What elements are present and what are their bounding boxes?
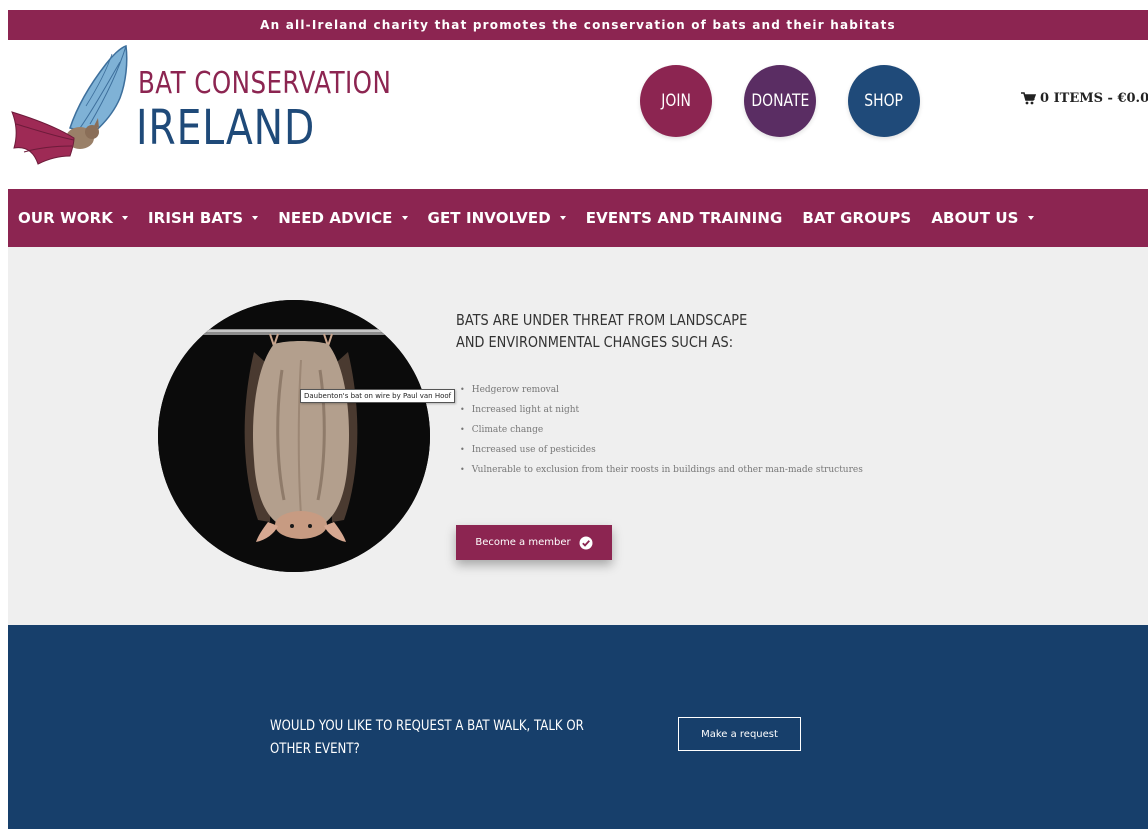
threats-section: Daubenton's bat on wire by Paul van Hoof… [8, 247, 1148, 625]
nav-item-need-advice[interactable]: NEED ADVICE [278, 209, 408, 227]
list-item: Increased light at night [460, 400, 863, 420]
bat-photo-image [158, 300, 430, 572]
logo-title-top: BAT CONSERVATION [138, 66, 392, 101]
threats-heading: BATS ARE UNDER THREAT FROM LANDSCAPE AND… [456, 311, 748, 351]
check-circle-icon [579, 536, 593, 549]
image-tooltip: Daubenton's bat on wire by Paul van Hoof [300, 389, 456, 403]
become-member-button[interactable]: Become a member [456, 525, 612, 560]
caret-down-icon [252, 216, 259, 220]
nav-item-about-us[interactable]: ABOUT US [931, 209, 1034, 227]
cart-link[interactable]: 0 ITEMS - €0.00 [1021, 91, 1148, 106]
site-header: BAT CONSERVATION IRELAND JOIN DONATE SHO… [8, 40, 1148, 189]
logo-title-bottom: IRELAND [136, 100, 316, 156]
threats-list: Hedgerow removal Increased light at nigh… [460, 380, 863, 480]
top-banner-text: An all-Ireland charity that promotes the… [260, 18, 896, 32]
request-event-section: WOULD YOU LIKE TO REQUEST A BAT WALK, TA… [8, 625, 1148, 829]
list-item: Increased use of pesticides [460, 440, 863, 460]
caret-down-icon [401, 216, 408, 220]
nav-item-bat-groups[interactable]: BAT GROUPS [802, 209, 911, 227]
request-event-text: WOULD YOU LIKE TO REQUEST A BAT WALK, TA… [270, 718, 584, 757]
caret-down-icon [1027, 216, 1034, 220]
cart-icon [1021, 92, 1036, 105]
list-item: Climate change [460, 420, 863, 440]
list-item: Hedgerow removal [460, 380, 863, 400]
list-item: Vulnerable to exclusion from their roost… [460, 460, 863, 480]
nav-item-get-involved[interactable]: GET INVOLVED [428, 209, 566, 227]
donate-button[interactable]: DONATE [744, 65, 816, 137]
nav-item-our-work[interactable]: OUR WORK [18, 209, 128, 227]
nav-item-irish-bats[interactable]: IRISH BATS [148, 209, 259, 227]
site-logo[interactable]: BAT CONSERVATION IRELAND [8, 42, 408, 174]
main-nav: OUR WORK IRISH BATS NEED ADVICE GET INVO… [8, 189, 1148, 247]
cart-summary: 0 ITEMS - €0.00 [1040, 91, 1148, 106]
bat-photo [158, 300, 430, 572]
bat-logo-icon [11, 44, 128, 165]
top-banner: An all-Ireland charity that promotes the… [8, 10, 1148, 40]
caret-down-icon [559, 216, 566, 220]
nav-item-events-and-training[interactable]: EVENTS AND TRAINING [586, 209, 783, 227]
page: An all-Ireland charity that promotes the… [0, 0, 1148, 829]
join-button[interactable]: JOIN [640, 65, 712, 137]
caret-down-icon [121, 216, 128, 220]
shop-button[interactable]: SHOP [848, 65, 920, 137]
make-request-button[interactable]: Make a request [678, 717, 801, 751]
